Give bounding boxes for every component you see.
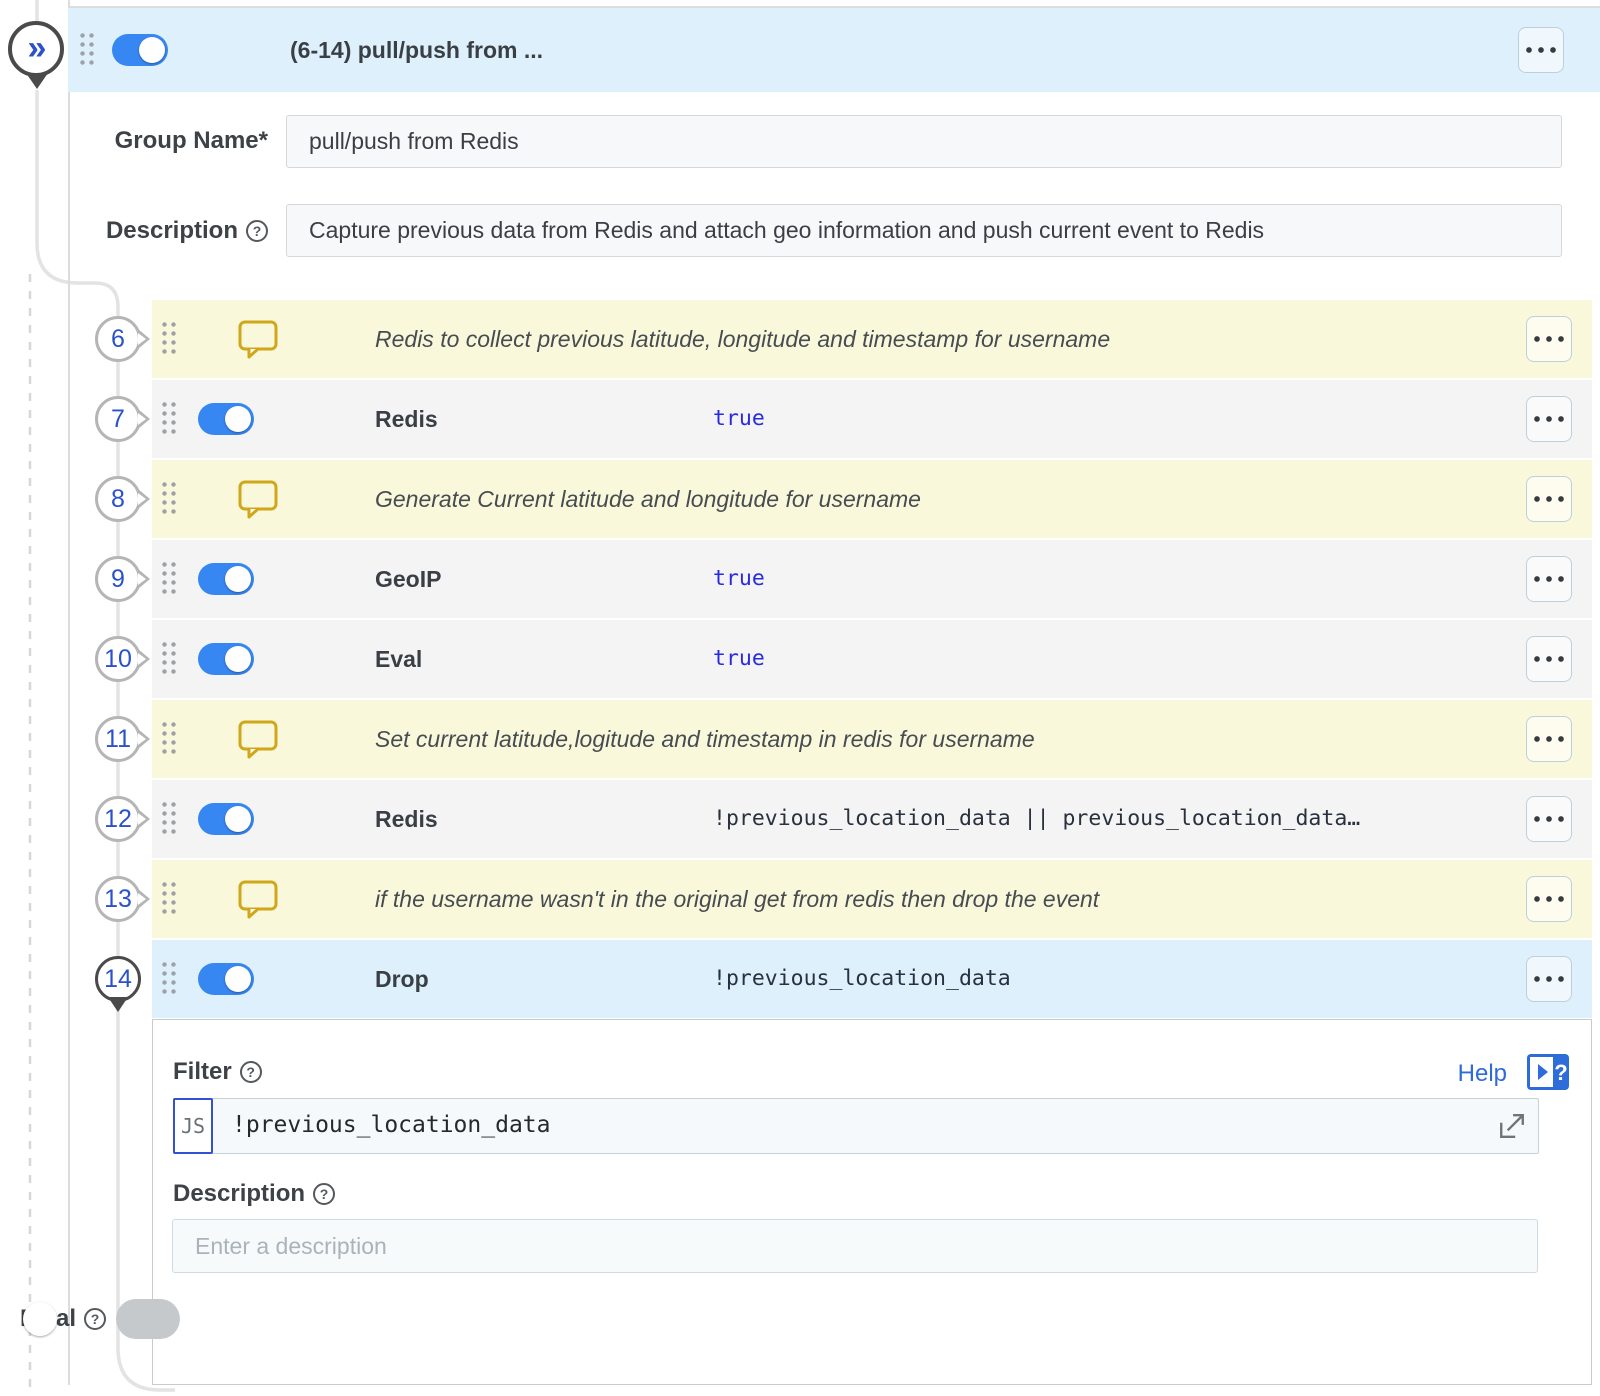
comment-text: if the username wasn't in the original g… xyxy=(375,860,1099,938)
group-name-label: Group Name* xyxy=(60,127,268,155)
row-menu-button[interactable] xyxy=(1526,316,1572,362)
drag-handle[interactable] xyxy=(160,960,178,995)
drag-handle[interactable] xyxy=(160,640,178,675)
function-filter-value: true xyxy=(713,380,765,458)
ellipsis-icon xyxy=(1531,736,1567,742)
comment-icon xyxy=(235,477,281,521)
function-filter-value: true xyxy=(713,620,765,698)
group-drag-handle[interactable] xyxy=(78,31,96,66)
function-number-marker: 6 xyxy=(95,316,141,362)
group-name-input[interactable] xyxy=(286,115,1562,168)
group-title: (6-14) pull/push from ... xyxy=(290,8,543,92)
filter-expression-input[interactable]: JS !previous_location_data xyxy=(173,1098,1539,1154)
drag-handle[interactable] xyxy=(160,800,178,835)
group-description-label: Description? xyxy=(60,217,268,245)
function-number-marker: 12 xyxy=(95,796,141,842)
ellipsis-icon xyxy=(1531,896,1567,902)
comment-row-11[interactable]: Set current latitude,logitude and timest… xyxy=(152,700,1592,778)
function-description-label: Description? xyxy=(173,1180,335,1208)
final-toggle[interactable] xyxy=(116,1299,180,1339)
ellipsis-icon xyxy=(1531,416,1567,422)
function-row-7[interactable]: Redis true xyxy=(152,380,1592,458)
comment-row-13[interactable]: if the username wasn't in the original g… xyxy=(152,860,1592,938)
function-enabled-toggle[interactable] xyxy=(198,963,254,995)
function-enabled-toggle[interactable] xyxy=(198,803,254,835)
function-description-input[interactable] xyxy=(172,1219,1538,1273)
ellipsis-icon xyxy=(1531,816,1567,822)
function-number-marker-selected: 14 xyxy=(95,956,141,1002)
row-menu-button[interactable] xyxy=(1526,396,1572,442)
comment-text: Generate Current latitude and longitude … xyxy=(375,460,921,538)
function-row-14-selected[interactable]: Drop !previous_location_data xyxy=(152,940,1592,1018)
group-header[interactable]: (6-14) pull/push from ... xyxy=(68,8,1600,92)
ellipsis-icon xyxy=(1531,336,1567,342)
group-enabled-toggle[interactable] xyxy=(112,34,168,66)
help-tooltip-icon[interactable]: ? xyxy=(313,1183,335,1205)
comment-icon xyxy=(235,717,281,761)
expand-editor-icon[interactable] xyxy=(1498,1112,1526,1140)
drag-handle[interactable] xyxy=(160,880,178,915)
function-number-marker: 7 xyxy=(95,396,141,442)
pipeline-group-editor: » (6-14) pull/push from ... Group Name* … xyxy=(0,0,1600,1396)
help-preview-icon[interactable]: ? xyxy=(1527,1054,1569,1090)
function-name: GeoIP xyxy=(375,540,441,618)
ellipsis-icon xyxy=(1531,576,1567,582)
js-language-badge: JS xyxy=(173,1098,213,1154)
filter-expression-value[interactable]: !previous_location_data xyxy=(232,1099,551,1152)
function-row-12[interactable]: Redis !previous_location_data || previou… xyxy=(152,780,1592,858)
drag-handle[interactable] xyxy=(160,480,178,515)
row-menu-button[interactable] xyxy=(1526,716,1572,762)
function-number-marker: 10 xyxy=(95,636,141,682)
function-enabled-toggle[interactable] xyxy=(198,403,254,435)
group-description-input[interactable] xyxy=(286,204,1562,257)
function-row-10[interactable]: Eval true xyxy=(152,620,1592,698)
function-row-9[interactable]: GeoIP true xyxy=(152,540,1592,618)
function-filter-value: true xyxy=(713,540,765,618)
panel-left-border xyxy=(68,0,70,1385)
function-number-marker: 11 xyxy=(95,716,141,762)
row-menu-button[interactable] xyxy=(1526,636,1572,682)
comment-text: Redis to collect previous latitude, long… xyxy=(375,300,1110,378)
function-number-marker: 9 xyxy=(95,556,141,602)
drag-handle[interactable] xyxy=(160,400,178,435)
svg-text:?: ? xyxy=(1554,1060,1567,1085)
row-menu-button[interactable] xyxy=(1526,476,1572,522)
ellipsis-icon xyxy=(1523,47,1559,53)
function-detail-panel: Filter? Help ? JS !previous_location_dat… xyxy=(152,1019,1592,1385)
row-menu-button[interactable] xyxy=(1526,556,1572,602)
function-name: Eval xyxy=(375,620,422,698)
drag-handle[interactable] xyxy=(160,560,178,595)
function-filter-value: !previous_location_data || previous_loca… xyxy=(713,780,1360,858)
function-filter-value: !previous_location_data xyxy=(713,940,1011,1018)
function-name: Drop xyxy=(375,940,429,1018)
help-link[interactable]: Help xyxy=(1458,1060,1507,1088)
group-menu-button[interactable] xyxy=(1518,27,1564,73)
function-enabled-toggle[interactable] xyxy=(198,643,254,675)
row-menu-button[interactable] xyxy=(1526,956,1572,1002)
help-tooltip-icon[interactable]: ? xyxy=(246,220,268,242)
row-menu-button[interactable] xyxy=(1526,876,1572,922)
ellipsis-icon xyxy=(1531,976,1567,982)
comment-row-6[interactable]: Redis to collect previous latitude, long… xyxy=(152,300,1592,378)
filter-label: Filter? xyxy=(173,1058,262,1086)
function-name: Redis xyxy=(375,780,438,858)
help-tooltip-icon[interactable]: ? xyxy=(240,1061,262,1083)
row-menu-button[interactable] xyxy=(1526,796,1572,842)
comment-text: Set current latitude,logitude and timest… xyxy=(375,700,1035,778)
help-tooltip-icon[interactable]: ? xyxy=(84,1308,106,1330)
function-name: Redis xyxy=(375,380,438,458)
drag-handle[interactable] xyxy=(160,320,178,355)
function-enabled-toggle[interactable] xyxy=(198,563,254,595)
function-number-marker: 8 xyxy=(95,476,141,522)
ellipsis-icon xyxy=(1531,656,1567,662)
comment-icon xyxy=(235,877,281,921)
comment-icon xyxy=(235,317,281,361)
comment-row-8[interactable]: Generate Current latitude and longitude … xyxy=(152,460,1592,538)
collapse-group-icon[interactable]: » xyxy=(8,21,64,77)
function-number-marker: 13 xyxy=(95,876,141,922)
drag-handle[interactable] xyxy=(160,720,178,755)
ellipsis-icon xyxy=(1531,496,1567,502)
